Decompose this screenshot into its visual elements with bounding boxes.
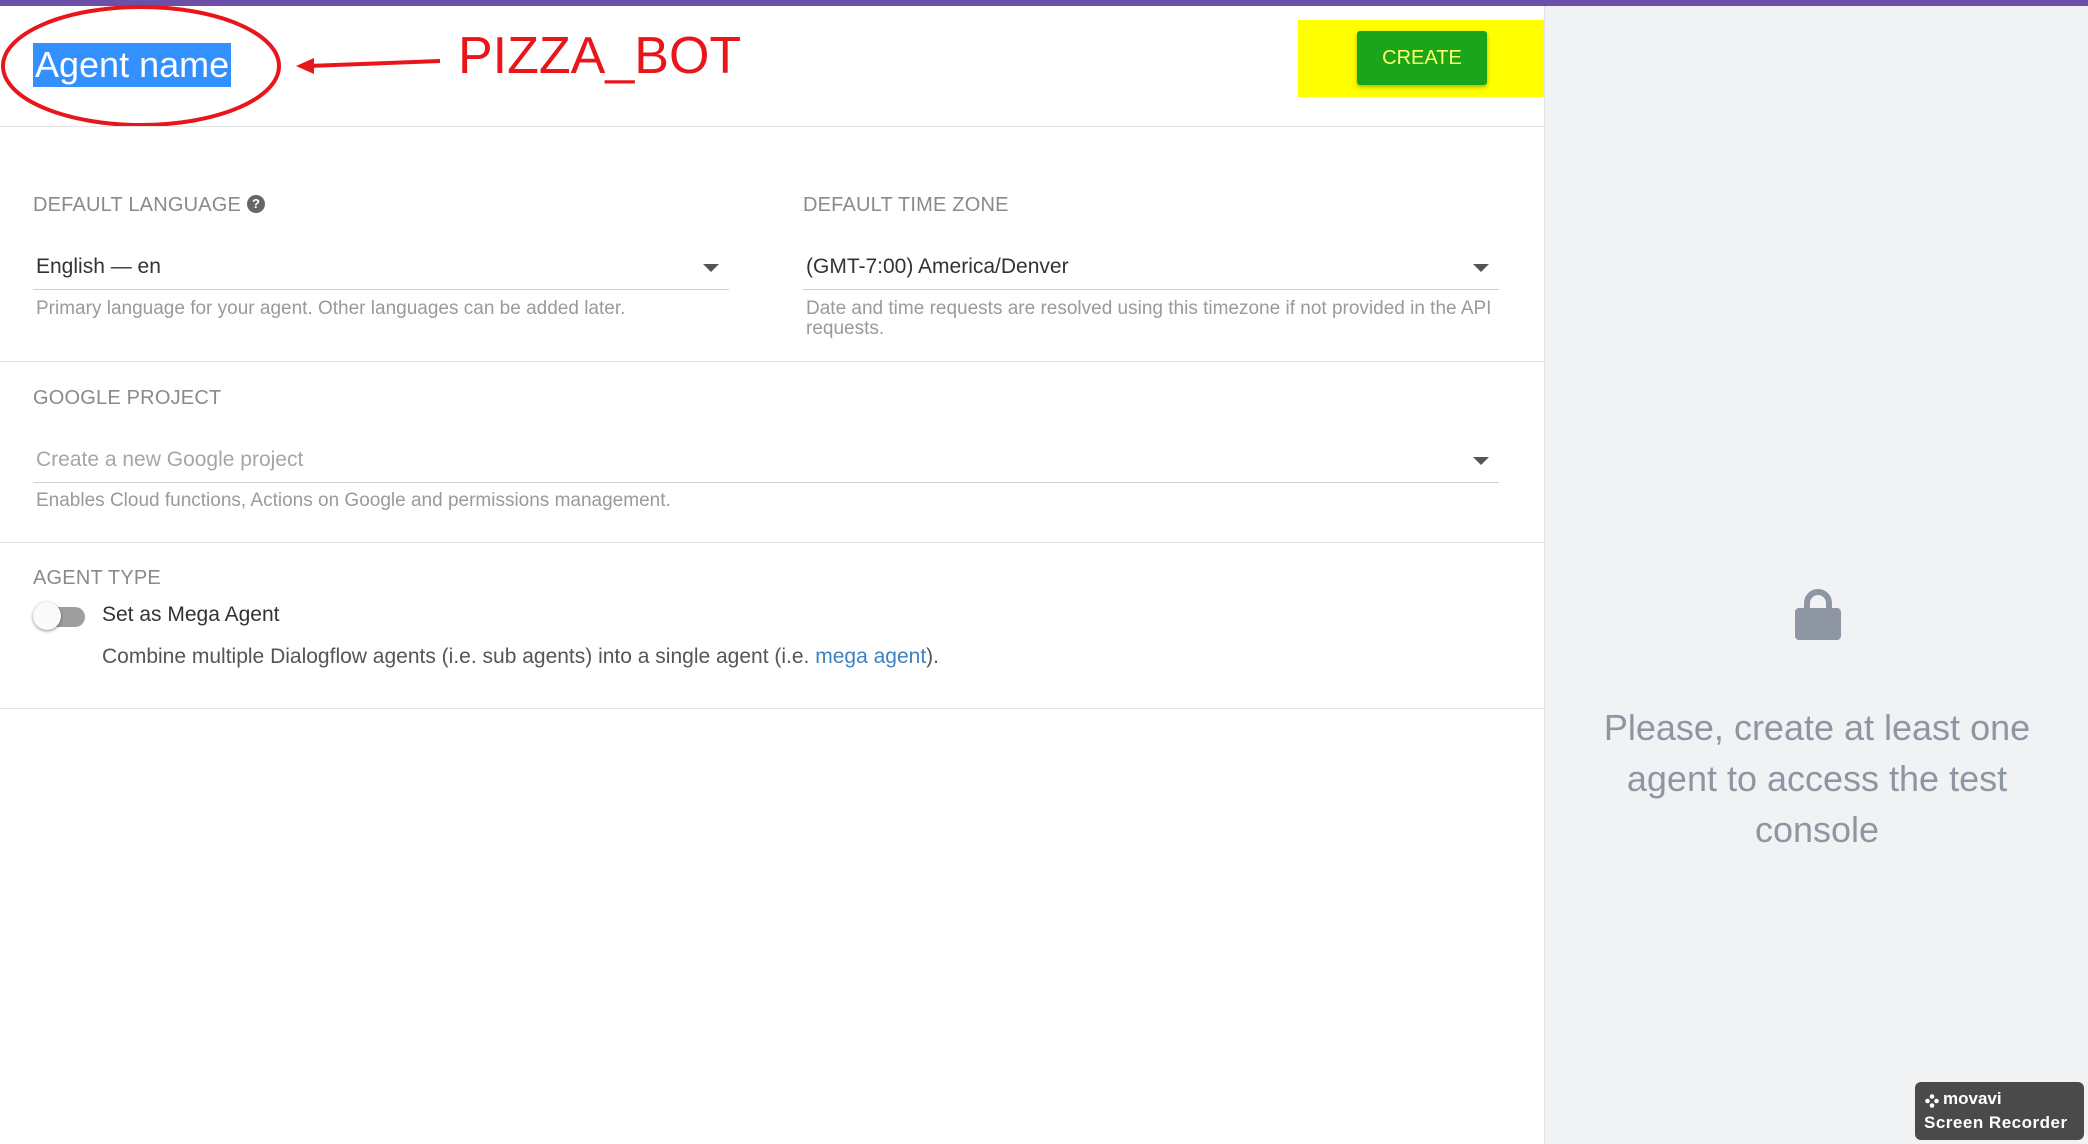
- mega-agent-link[interactable]: mega agent: [815, 645, 926, 668]
- mega-agent-desc-prefix: Combine multiple Dialogflow agents (i.e.…: [102, 645, 816, 668]
- mega-agent-toggle[interactable]: [33, 601, 85, 630]
- test-console-panel: Please, create at least one agent to acc…: [1544, 6, 2088, 1144]
- screen-recorder-watermark: movavi Screen Recorder: [1915, 1082, 2084, 1140]
- default-language-select[interactable]: English — en: [33, 245, 729, 290]
- section-divider: [0, 361, 1544, 362]
- section-divider: [0, 708, 1544, 709]
- console-message-line-1: Please, create at least one: [1603, 707, 2031, 748]
- default-timezone-hint: Date and time requests are resolved usin…: [806, 299, 1491, 339]
- header-divider: [0, 126, 1544, 127]
- agent-type-label: AGENT TYPE: [33, 567, 161, 589]
- watermark-brand: movavi: [1943, 1089, 2002, 1108]
- create-button[interactable]: CREATE: [1357, 31, 1487, 85]
- google-project-label: GOOGLE PROJECT: [33, 387, 222, 409]
- question-circle-icon[interactable]: ?: [247, 195, 265, 213]
- test-console-message: Please, create at least one agent to acc…: [1545, 702, 2088, 855]
- movavi-logo-icon: [1925, 1094, 1939, 1108]
- chevron-down-icon: [703, 264, 719, 272]
- default-language-value: English — en: [36, 255, 161, 278]
- chevron-down-icon: [1473, 264, 1489, 272]
- console-message-line-3: console: [1754, 809, 1880, 850]
- lock-icon: [1795, 589, 1841, 640]
- timezone-hint-line-2: requests.: [806, 318, 885, 339]
- mega-agent-toggle-label: Set as Mega Agent: [102, 603, 280, 626]
- agent-name-input[interactable]: Agent name: [33, 43, 232, 87]
- agent-settings-panel: [0, 6, 1544, 1144]
- watermark-product: Screen Recorder: [1924, 1113, 2068, 1132]
- default-timezone-value: (GMT-7:00) America/Denver: [806, 255, 1069, 278]
- section-divider: [0, 542, 1544, 543]
- google-project-placeholder: Create a new Google project: [36, 448, 304, 471]
- chevron-down-icon: [1473, 457, 1489, 465]
- mega-agent-description: Combine multiple Dialogflow agents (i.e.…: [102, 645, 939, 669]
- toggle-knob: [33, 602, 61, 630]
- default-timezone-select[interactable]: (GMT-7:00) America/Denver: [803, 245, 1499, 290]
- console-message-line-2: agent to access the test: [1626, 758, 2008, 799]
- default-language-hint: Primary language for your agent. Other l…: [36, 298, 626, 319]
- annotation-label: PIZZA_BOT: [458, 27, 742, 85]
- google-project-hint: Enables Cloud functions, Actions on Goog…: [36, 490, 671, 511]
- mega-agent-desc-suffix: ).: [926, 645, 939, 668]
- timezone-hint-line-1: Date and time requests are resolved usin…: [806, 298, 1492, 319]
- default-language-label: DEFAULT LANGUAGE: [33, 194, 242, 216]
- default-timezone-label: DEFAULT TIME ZONE: [803, 194, 1009, 216]
- google-project-select[interactable]: Create a new Google project: [33, 438, 1499, 483]
